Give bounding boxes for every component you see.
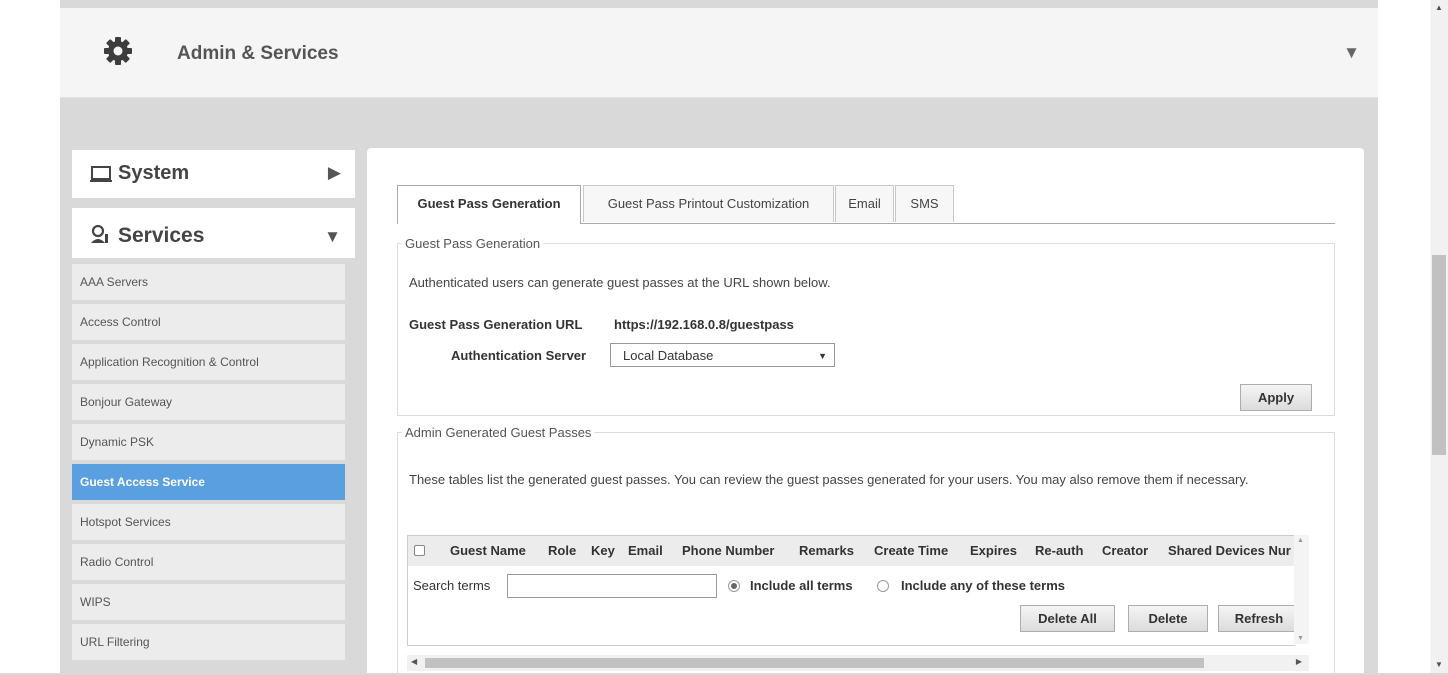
scroll-right-icon[interactable]: ▶ xyxy=(1296,657,1302,666)
page-scrollbar[interactable]: ▲ ▼ xyxy=(1430,0,1448,673)
table-scroll-down-icon[interactable]: ▼ xyxy=(1297,635,1304,642)
select-all-checkbox[interactable] xyxy=(414,545,425,556)
collapse-down-icon[interactable]: ▼ xyxy=(324,228,341,245)
column-header-shared-devices[interactable]: Shared Devices Nur xyxy=(1168,536,1291,566)
sidebar: System ▶ Services ▼ xyxy=(72,150,355,258)
guest-pass-url-value: https://192.168.0.8/guestpass xyxy=(614,317,794,332)
services-user-icon xyxy=(91,225,108,243)
sidebar-system-header[interactable]: System ▶ xyxy=(72,150,355,198)
expand-right-icon[interactable]: ▶ xyxy=(328,164,341,181)
column-header-re-auth[interactable]: Re-auth xyxy=(1035,536,1083,566)
left-gutter xyxy=(0,0,60,673)
tab-guest-pass-generation[interactable]: Guest Pass Generation xyxy=(397,185,581,224)
include-all-terms-radio[interactable] xyxy=(728,580,740,592)
right-gutter xyxy=(1378,0,1430,673)
column-header-phone-number[interactable]: Phone Number xyxy=(682,536,774,566)
include-any-terms-radio[interactable] xyxy=(877,580,889,592)
guest-pass-url-label: Guest Pass Generation URL xyxy=(409,317,583,332)
include-any-terms-label[interactable]: Include any of these terms xyxy=(901,578,1065,593)
include-all-terms-label[interactable]: Include all terms xyxy=(750,578,853,593)
delete-button[interactable]: Delete xyxy=(1128,605,1208,632)
table-vertical-scrollbar[interactable]: ▲ ▼ xyxy=(1294,535,1309,644)
scroll-up-icon[interactable]: ▲ xyxy=(1435,4,1443,12)
table-scroll-up-icon[interactable]: ▲ xyxy=(1297,537,1304,544)
sidebar-item-radio-control[interactable]: Radio Control xyxy=(72,544,345,580)
column-header-create-time[interactable]: Create Time xyxy=(874,536,948,566)
tab-email[interactable]: Email xyxy=(835,185,894,222)
column-header-email[interactable]: Email xyxy=(628,536,663,566)
authentication-server-select[interactable]: Local Database ▼ xyxy=(610,343,835,367)
laptop-icon xyxy=(90,166,112,182)
guest-passes-table: Guest Name Role Key Email Phone Number R… xyxy=(407,535,1295,646)
column-header-key[interactable]: Key xyxy=(591,536,615,566)
authentication-server-value: Local Database xyxy=(623,348,714,363)
sidebar-item-application-recognition[interactable]: Application Recognition & Control xyxy=(72,344,345,380)
sidebar-services-header[interactable]: Services ▼ xyxy=(72,208,355,258)
scroll-down-icon[interactable]: ▼ xyxy=(1435,661,1443,669)
admin-generated-guest-passes-group: Admin Generated Guest Passes These table… xyxy=(397,425,1335,675)
dropdown-caret-icon: ▼ xyxy=(818,351,827,361)
scroll-left-icon[interactable]: ◀ xyxy=(411,657,417,666)
collapse-triangle-icon[interactable]: ▼ xyxy=(1343,44,1360,61)
admin-services-header: Admin & Services ▼ xyxy=(60,8,1378,98)
sidebar-item-aaa-servers[interactable]: AAA Servers xyxy=(72,264,345,300)
sidebar-item-bonjour-gateway[interactable]: Bonjour Gateway xyxy=(72,384,345,420)
table-header: Guest Name Role Key Email Phone Number R… xyxy=(408,536,1295,566)
sidebar-item-dynamic-psk[interactable]: Dynamic PSK xyxy=(72,424,345,460)
admin-generated-legend: Admin Generated Guest Passes xyxy=(405,425,592,440)
sidebar-item-hotspot-services[interactable]: Hotspot Services xyxy=(72,504,345,540)
column-header-expires[interactable]: Expires xyxy=(970,536,1017,566)
page-title: Admin & Services xyxy=(177,43,339,64)
sidebar-services-label: Services xyxy=(118,224,205,247)
tab-bar: Guest Pass Generation Guest Pass Printou… xyxy=(397,185,1335,224)
gear-icon xyxy=(104,37,132,65)
tab-sms[interactable]: SMS xyxy=(895,185,954,222)
guest-pass-generation-group: Guest Pass Generation Authenticated user… xyxy=(397,236,1335,416)
column-header-remarks[interactable]: Remarks xyxy=(799,536,854,566)
admin-generated-description: These tables list the generated guest pa… xyxy=(409,472,1249,487)
services-menu: AAA Servers Access Control Application R… xyxy=(72,264,345,664)
column-header-role[interactable]: Role xyxy=(548,536,576,566)
sidebar-item-wips[interactable]: WIPS xyxy=(72,584,345,620)
sidebar-item-guest-access-service[interactable]: Guest Access Service xyxy=(72,464,345,500)
page-scroll-thumb[interactable] xyxy=(1432,255,1446,455)
column-header-guest-name[interactable]: Guest Name xyxy=(450,536,526,566)
horizontal-scroll-thumb[interactable] xyxy=(425,658,1204,668)
guest-pass-description: Authenticated users can generate guest p… xyxy=(409,275,831,290)
guest-pass-generation-legend: Guest Pass Generation xyxy=(405,236,541,251)
table-horizontal-scrollbar[interactable]: ◀ ▶ xyxy=(407,655,1309,671)
refresh-button[interactable]: Refresh xyxy=(1218,605,1295,632)
authentication-server-label: Authentication Server xyxy=(451,348,587,363)
column-header-creator[interactable]: Creator xyxy=(1102,536,1148,566)
search-terms-label: Search terms xyxy=(413,578,491,593)
sidebar-item-access-control[interactable]: Access Control xyxy=(72,304,345,340)
sidebar-system-label: System xyxy=(118,162,190,184)
tab-guest-pass-printout-customization[interactable]: Guest Pass Printout Customization xyxy=(583,185,834,222)
delete-all-button[interactable]: Delete All xyxy=(1020,605,1115,632)
main-content-panel: Guest Pass Generation Guest Pass Printou… xyxy=(367,148,1364,675)
apply-button[interactable]: Apply xyxy=(1240,384,1312,411)
search-input[interactable] xyxy=(507,574,717,598)
sidebar-item-url-filtering[interactable]: URL Filtering xyxy=(72,624,345,660)
